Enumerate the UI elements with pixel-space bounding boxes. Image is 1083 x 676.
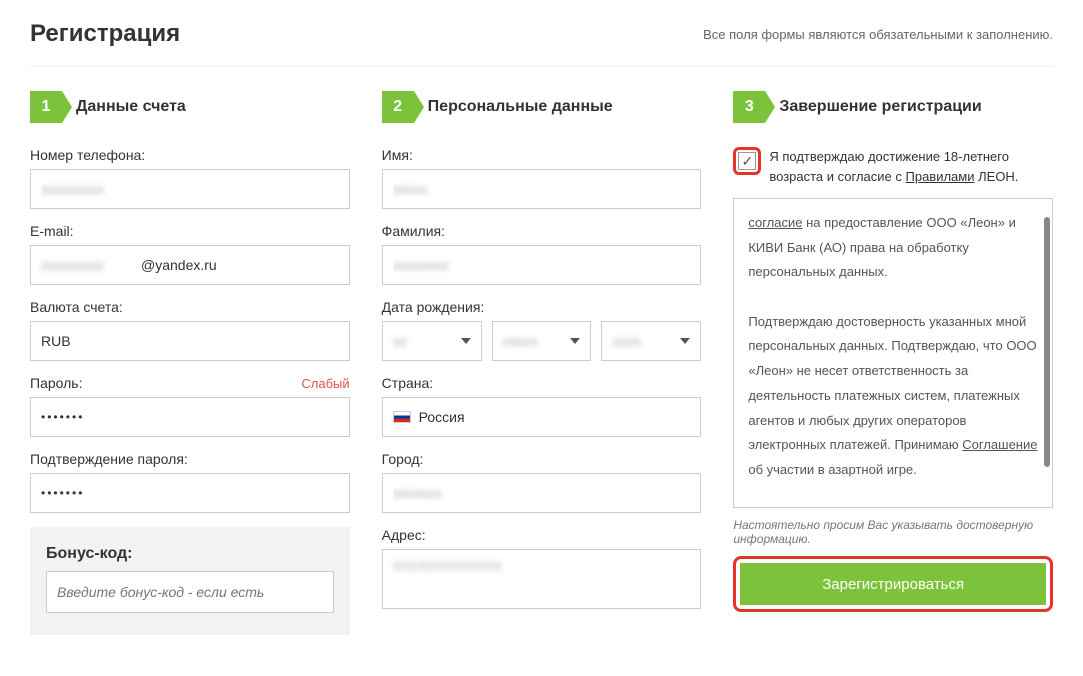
agreement-link[interactable]: Соглашение (962, 437, 1037, 452)
currency-label: Валюта счета: (30, 299, 350, 315)
column-account: 1 Данные счета Номер телефона: E-mail: x… (30, 91, 350, 635)
registration-form: Регистрация Все поля формы являются обяз… (0, 0, 1083, 655)
lastname-input[interactable] (382, 245, 702, 285)
phone-label: Номер телефона: (30, 147, 350, 163)
password-label: Пароль: (30, 375, 82, 391)
submit-button[interactable]: Зарегистрироваться (740, 563, 1046, 605)
chevron-down-icon (461, 338, 471, 344)
step-2-header: 2 Персональные данные (382, 91, 702, 123)
disclaimer-text: Настоятельно просим Вас указывать достов… (733, 518, 1053, 546)
password-confirm-input[interactable] (30, 473, 350, 513)
chevron-down-icon (570, 338, 580, 344)
birth-day-select[interactable]: xx (382, 321, 482, 361)
address-input[interactable]: xxxxxxxxxxxxx (382, 549, 702, 609)
submit-highlight: Зарегистрироваться (733, 556, 1053, 612)
password-input[interactable] (30, 397, 350, 437)
birth-year-select[interactable]: xxxx (601, 321, 701, 361)
scrollbar[interactable] (1044, 217, 1050, 467)
step-3-header: 3 Завершение регистрации (733, 91, 1053, 123)
agree-checkbox[interactable]: ✓ (738, 152, 756, 170)
password-confirm-label: Подтверждение пароля: (30, 451, 350, 467)
firstname-input[interactable] (382, 169, 702, 209)
step-1-header: 1 Данные счета (30, 91, 350, 123)
country-value: Россия (419, 409, 465, 425)
bonus-label: Бонус-код: (46, 545, 133, 562)
password-strength: Слабый (301, 376, 349, 391)
country-select[interactable]: Россия (382, 397, 702, 437)
country-label: Страна: (382, 375, 702, 391)
step-1-title: Данные счета (76, 98, 186, 116)
column-complete: 3 Завершение регистрации ✓ Я подтверждаю… (733, 91, 1053, 635)
city-input[interactable] (382, 473, 702, 513)
terms-box[interactable]: согласие на предоставление ООО «Леон» и … (733, 198, 1053, 508)
agree-label: Я подтверждаю достижение 18-летнего возр… (769, 147, 1053, 186)
address-label: Адрес: (382, 527, 702, 543)
firstname-label: Имя: (382, 147, 702, 163)
currency-input[interactable] (30, 321, 350, 361)
chevron-down-icon (680, 338, 690, 344)
bonus-section: Бонус-код: (30, 527, 350, 635)
flag-russia-icon (393, 411, 411, 423)
step-3-title: Завершение регистрации (779, 98, 981, 116)
agree-checkbox-highlight: ✓ (733, 147, 761, 175)
lastname-label: Фамилия: (382, 223, 702, 239)
email-input[interactable]: xxxxxxxxx@yandex.ru (30, 245, 350, 285)
phone-input[interactable] (30, 169, 350, 209)
rules-link[interactable]: Правилами (906, 169, 975, 184)
page-header: Регистрация Все поля формы являются обяз… (30, 20, 1053, 67)
step-2-number: 2 (382, 91, 414, 123)
bonus-input[interactable] (46, 571, 334, 613)
email-label: E-mail: (30, 223, 350, 239)
step-2-title: Персональные данные (428, 98, 613, 116)
city-label: Город: (382, 451, 702, 467)
page-title: Регистрация (30, 20, 180, 48)
birthdate-label: Дата рождения: (382, 299, 702, 315)
step-1-number: 1 (30, 91, 62, 123)
required-hint: Все поля формы являются обязательными к … (703, 27, 1053, 42)
column-personal: 2 Персональные данные Имя: Фамилия: Дата… (382, 91, 702, 635)
step-3-number: 3 (733, 91, 765, 123)
birth-month-select[interactable]: xxxxx (492, 321, 592, 361)
